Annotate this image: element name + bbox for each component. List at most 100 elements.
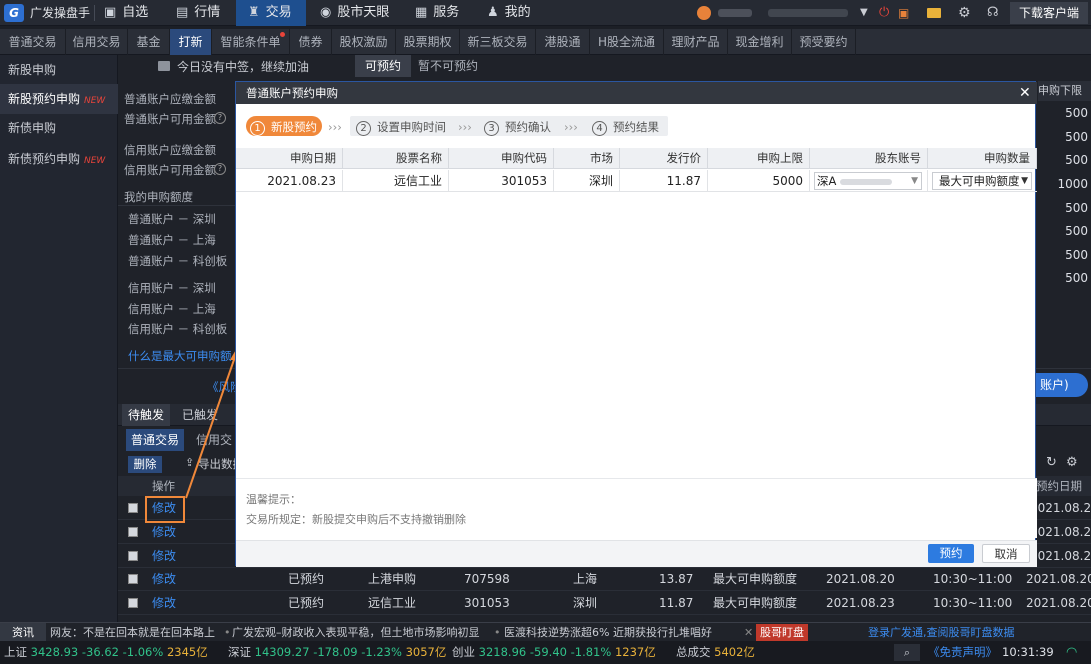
cell-status: 已预约	[288, 596, 325, 610]
gugeding-badge[interactable]: 股哥盯盘	[756, 624, 808, 641]
nav-tianyan[interactable]: ◉ 股市天眼	[320, 0, 410, 26]
disclaimer-link[interactable]: 《免责声明》	[928, 641, 997, 664]
dialog-title: 普通账户预约申购	[246, 86, 338, 100]
tip-title: 温馨提示：	[246, 493, 301, 506]
mail-icon[interactable]	[927, 8, 941, 18]
modify-link[interactable]: 修改	[152, 568, 176, 591]
tab-jijin[interactable]: 基金	[128, 29, 170, 55]
modify-link[interactable]: 修改	[152, 592, 176, 615]
subtab-zanbukeyuyue[interactable]: 暂不可预约	[413, 55, 483, 77]
wifi-icon: ◠	[1066, 645, 1078, 660]
min-purchase: 500	[1065, 224, 1088, 238]
user-icon: ♟	[487, 5, 499, 20]
account-select[interactable]: 深A ▼	[814, 172, 922, 190]
tab-gupiaoqiquan[interactable]: 股票期权	[396, 29, 460, 55]
tab-yuyao[interactable]: 预受要约	[792, 29, 856, 55]
nav-jiaoyi[interactable]: ♜ 交易	[236, 0, 306, 26]
refresh-icon[interactable]: ↻	[1046, 455, 1057, 470]
row-checkbox[interactable]	[128, 527, 138, 537]
cancel-button[interactable]: 取消	[982, 544, 1030, 563]
delete-button[interactable]: 删除	[128, 456, 162, 473]
row-checkbox[interactable]	[128, 574, 138, 584]
settings-icon[interactable]: ⚙	[958, 0, 971, 26]
subtab-keyuyue[interactable]: 可预约	[355, 55, 411, 77]
account-button[interactable]: 账户)	[1036, 373, 1088, 397]
quota-title: 我的申购额度	[124, 190, 193, 204]
table-row[interactable]: 修改 已预约 上港申购 707598 上海 13.87 最大可申购额度 2021…	[118, 568, 1091, 591]
tab-guquanjili[interactable]: 股权激励	[332, 29, 396, 55]
cell-date: 2021.08.23	[236, 170, 343, 192]
trade-tab-bar: 普通交易 信用交易 基金 打新 智能条件单 债券 股权激励 股票期权 新三板交易…	[0, 29, 1091, 55]
gear-icon[interactable]: ⚙	[1066, 455, 1078, 470]
cell-time: 10:30~11:00	[933, 572, 1013, 586]
tab-ganggutong[interactable]: 港股通	[536, 29, 590, 55]
cell-name: 远信工业	[368, 596, 417, 610]
qty-select[interactable]: 最大可申购额度 ▼	[932, 172, 1032, 190]
sidebar-item-xinzhai-yuyue[interactable]: 新债预约申购 NEW	[0, 144, 118, 174]
new-badge: NEW	[84, 156, 106, 166]
tip-area	[236, 478, 1037, 538]
search-icon[interactable]: ⌕	[894, 644, 920, 661]
ticker-tag[interactable]: 资讯	[0, 623, 46, 642]
tab-xianjin[interactable]: 现金增利	[728, 29, 792, 55]
nav-hangqing[interactable]: ▤ 行情	[176, 0, 236, 26]
col-header: 股东账号	[810, 148, 928, 169]
chart-icon: ▤	[176, 5, 189, 20]
account-id-blurred	[768, 9, 848, 17]
row-checkbox[interactable]	[128, 551, 138, 561]
nav-fuwu[interactable]: ▦ 服务	[415, 0, 475, 26]
modify-link[interactable]: 修改	[152, 545, 176, 568]
help-icon[interactable]: ?	[214, 163, 226, 175]
modify-link[interactable]: 修改	[152, 521, 176, 544]
right-col-header: 申购下限	[1038, 81, 1091, 101]
chevron-down-icon: ▼	[911, 176, 918, 186]
sidebar-item-xingu-yuyue[interactable]: 新股预约申购 NEW	[0, 84, 118, 114]
help-icon[interactable]: ?	[214, 112, 226, 124]
tab-xinyong[interactable]: 信用交易	[66, 29, 128, 55]
lock-icon[interactable]: ▣	[898, 0, 909, 26]
sh-index[interactable]: 上证 3428.93 -36.62 -1.06% 2345亿	[4, 641, 208, 664]
download-client-button[interactable]: 下载客户端	[1010, 2, 1088, 24]
login-gft-link[interactable]: 登录广发通,查阅股哥盯盘数据	[868, 623, 1078, 642]
tab-hgu[interactable]: H股全流通	[590, 29, 664, 55]
row-checkbox[interactable]	[128, 598, 138, 608]
close-icon[interactable]: ✕	[744, 623, 753, 642]
total-volume: 总成交 5402亿	[676, 645, 755, 659]
tab-zhaiquan[interactable]: 债券	[290, 29, 332, 55]
cell-market: 深圳	[573, 596, 598, 610]
col-header: 市场	[554, 148, 620, 169]
notice-icon	[158, 61, 170, 71]
table-row[interactable]: 修改 已预约 远信工业 301053 深圳 11.87 最大可申购额度 2021…	[118, 592, 1091, 615]
nav-wode[interactable]: ♟ 我的	[487, 0, 547, 26]
chevron-down-icon[interactable]: ▼	[860, 0, 868, 26]
news-item[interactable]: 医渡科技逆势涨超6% 近期获投行扎堆唱好	[504, 623, 726, 642]
cy-index[interactable]: 创业 3218.96 -59.40 -1.81% 1237亿	[452, 641, 656, 664]
subtab-putong[interactable]: 普通交易	[126, 429, 184, 451]
confirm-button[interactable]: 预约	[928, 544, 974, 563]
favorites-icon: ▣	[104, 5, 117, 20]
cell-code: 301053	[449, 170, 554, 192]
step-sep: ›››	[564, 120, 578, 134]
tab-putong[interactable]: 普通交易	[0, 29, 66, 55]
sidebar-item-xinzhai[interactable]: 新债申购	[0, 113, 118, 143]
sidebar-item-xingu[interactable]: 新股申购	[0, 55, 118, 85]
power-icon[interactable]: ⏻	[879, 0, 889, 26]
avatar[interactable]	[697, 6, 711, 20]
clock: 10:31:39	[1002, 645, 1054, 659]
news-item[interactable]: 广发宏观–财政收入表现平稳，但土地市场影响初显	[232, 623, 490, 642]
row-checkbox[interactable]	[128, 503, 138, 513]
cell-date2: 2021.08.20	[1030, 501, 1091, 515]
tab-licai[interactable]: 理财产品	[664, 29, 728, 55]
headset-icon[interactable]: ☊	[987, 0, 999, 26]
tab-daxin[interactable]: 打新	[170, 29, 212, 55]
news-item[interactable]: 网友：不是在回本就是在回本路上	[50, 623, 218, 642]
header-op: 操作	[152, 479, 175, 493]
cell-price: 11.87	[620, 170, 708, 192]
tab-daichufa[interactable]: 待触发	[122, 404, 170, 426]
nav-zixuan[interactable]: ▣ 自选	[104, 0, 164, 26]
footer-bar	[236, 540, 1037, 567]
sz-index[interactable]: 深证 14309.27 -178.09 -1.23% 3057亿	[228, 641, 446, 664]
tab-xinsanban[interactable]: 新三板交易	[460, 29, 536, 55]
close-icon[interactable]: ✕	[1019, 82, 1031, 104]
tab-tiaojiandan[interactable]: 智能条件单	[212, 29, 290, 55]
